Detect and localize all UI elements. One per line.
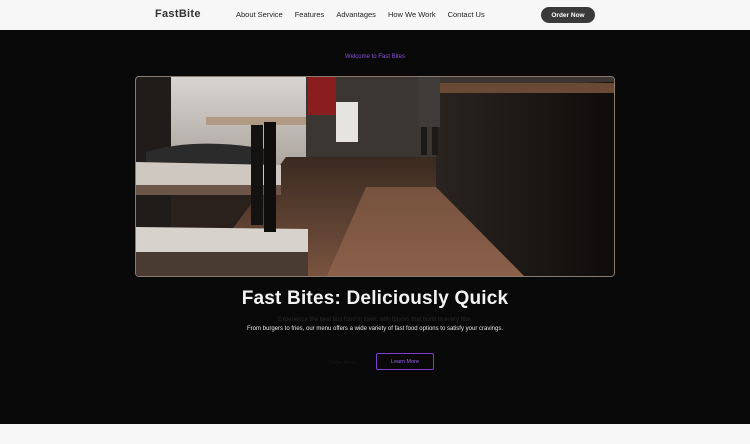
nav-link-features[interactable]: Features — [295, 10, 325, 19]
nav-link-about-service[interactable]: About Service — [236, 10, 283, 19]
hero-subtext-1: Experience the best fast food in town, w… — [277, 317, 473, 323]
brand-logo[interactable]: FastBite — [155, 8, 201, 20]
order-now-button[interactable]: Order Now — [541, 7, 595, 23]
restaurant-photo — [135, 76, 615, 277]
next-section-edge — [0, 424, 750, 444]
nav-link-advantages[interactable]: Advantages — [336, 10, 376, 19]
nav-link-how-we-work[interactable]: How We Work — [388, 10, 436, 19]
nav-links: About Service Features Advantages How We… — [236, 10, 497, 19]
nav-link-contact-us[interactable]: Contact Us — [448, 10, 485, 19]
hero-section: Welcome to Fast Bites Fast Bites: Delici… — [0, 30, 750, 424]
navbar: FastBite About Service Features Advantag… — [0, 0, 750, 30]
hero-order-button[interactable]: Order Now — [318, 355, 366, 370]
restaurant-interior-image — [136, 77, 614, 276]
welcome-tagline: Welcome to Fast Bites — [345, 54, 405, 60]
hero-subtext-2: From burgers to fries, our menu offers a… — [246, 326, 503, 332]
learn-more-button[interactable]: Learn More — [376, 353, 434, 370]
hero-headline: Fast Bites: Deliciously Quick — [241, 288, 509, 309]
